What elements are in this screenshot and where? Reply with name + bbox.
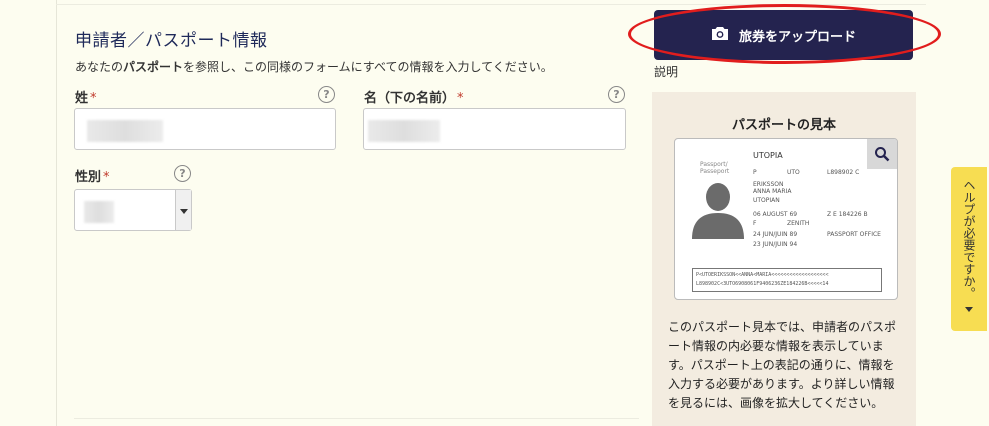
gender-select[interactable] [74, 189, 192, 231]
passport-sample-title: パスポートの見本 [731, 118, 836, 133]
passport-sample-image[interactable]: Passport/ Passeport UTOPIA P UTO L898902… [674, 138, 898, 300]
pp-personal-no: Z E 184226 B [827, 211, 868, 218]
help-tab-label: ヘルプが必要ですか。 [962, 179, 976, 299]
gender-help-icon[interactable]: ? [174, 165, 191, 182]
surname-label-text: 姓 [75, 91, 89, 106]
section-bottom-divider [74, 418, 639, 419]
camera-icon [711, 26, 729, 45]
given-name-label: 名（下の名前） * [364, 87, 464, 106]
pp-header-left-1: Passport/ [700, 161, 728, 168]
upload-passport-button[interactable]: 旅券をアップロード [654, 10, 913, 60]
pp-nationality: UTOPIAN [753, 197, 780, 204]
redacted-value [368, 120, 440, 142]
pp-code: UTO [787, 169, 800, 176]
gender-label: 性別 * [75, 166, 110, 185]
pp-given-names: ANNA MARIA [753, 188, 792, 195]
pp-number: L898902 C [827, 169, 860, 176]
required-marker: * [90, 91, 97, 106]
intro-text-bold: パスポート [123, 60, 184, 74]
magnify-icon[interactable] [867, 139, 897, 169]
upload-passport-label: 旅券をアップロード [738, 29, 856, 45]
section-intro: あなたのパスポートを参照し、この同様のフォームにすべての情報を入力してください。 [75, 58, 553, 75]
given-name-help-icon[interactable]: ? [608, 86, 625, 103]
pp-sex: F [753, 220, 757, 227]
gender-label-text: 性別 [75, 170, 102, 185]
pp-country-title: UTOPIA [753, 151, 783, 160]
pp-date-of-issue: 24 JUN/JUIN 89 [753, 231, 798, 238]
portrait-silhouette-icon [692, 183, 744, 239]
help-tab[interactable]: ヘルプが必要ですか。 [951, 167, 987, 331]
pp-authority: PASSPORT OFFICE [827, 231, 881, 238]
pp-surname: ERIKSSON [753, 181, 784, 188]
required-marker: * [103, 170, 110, 185]
required-marker: * [457, 91, 464, 106]
redacted-value [87, 120, 163, 142]
passport-sample-panel: パスポートの見本 Passport/ Passeport UTOPIA P UT… [652, 92, 916, 426]
surname-input[interactable] [74, 108, 336, 150]
dropdown-arrow-icon[interactable] [175, 190, 191, 230]
pp-mrz-line-2: L898902C<3UTO6908061F9406236ZE184226B<<<… [696, 281, 829, 287]
pp-date-of-expiry: 23 JUN/JUIN 94 [753, 241, 798, 248]
pp-mrz: P<UTOERIKSSON<<ANNA<MARIA<<<<<<<<<<<<<<<… [692, 268, 882, 292]
section-title: 申請者／パスポート情報 [75, 31, 268, 51]
chevron-down-icon [965, 307, 973, 312]
passport-sample-description: このパスポート見本では、申請者のパスポート情報の内必要な情報を表示しています。パ… [668, 320, 897, 410]
given-name-label-text: 名（下の名前） [364, 91, 456, 106]
pp-type: P [753, 169, 757, 176]
content-top-border [56, 4, 926, 5]
given-name-input[interactable] [363, 108, 626, 150]
intro-text-post: を参照し、この同様のフォームにすべての情報を入力してください。 [183, 60, 553, 74]
pp-place-of-birth: ZENITH [787, 220, 810, 227]
content-left-border [56, 0, 57, 426]
pp-mrz-line-1: P<UTOERIKSSON<<ANNA<MARIA<<<<<<<<<<<<<<<… [696, 272, 829, 278]
pp-dob: 06 AUGUST 69 [753, 211, 798, 218]
pp-header-left-2: Passeport [700, 168, 730, 175]
surname-help-icon[interactable]: ? [318, 86, 335, 103]
surname-label: 姓 * [75, 87, 97, 106]
intro-text-pre: あなたの [75, 60, 124, 74]
description-link[interactable]: 説明 [654, 63, 678, 80]
redacted-value [84, 201, 114, 223]
